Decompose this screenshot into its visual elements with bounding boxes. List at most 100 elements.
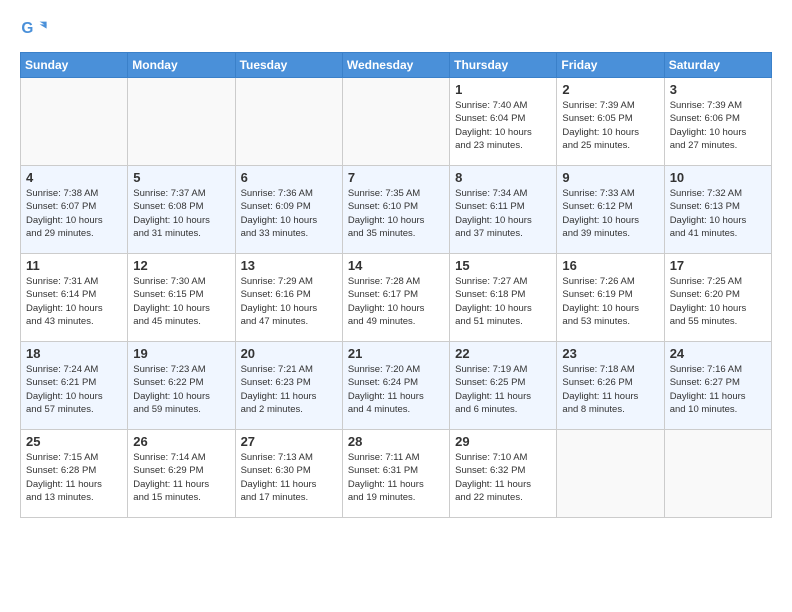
day-info: Sunrise: 7:32 AM Sunset: 6:13 PM Dayligh…: [670, 187, 766, 240]
day-cell: 3 Sunrise: 7:39 AM Sunset: 6:06 PM Daylig…: [664, 78, 771, 166]
week-row-3: 18 Sunrise: 7:24 AM Sunset: 6:21 PM Dayli…: [21, 342, 772, 430]
day-info: Sunrise: 7:29 AM Sunset: 6:16 PM Dayligh…: [241, 275, 337, 328]
day-number: 23: [562, 346, 658, 361]
day-cell: 10 Sunrise: 7:32 AM Sunset: 6:13 PM Dayli…: [664, 166, 771, 254]
day-cell: 19 Sunrise: 7:23 AM Sunset: 6:22 PM Dayli…: [128, 342, 235, 430]
day-number: 15: [455, 258, 551, 273]
day-cell: [664, 430, 771, 518]
day-cell: 9Sunrise: 7:33 AM Sunset: 6:12 PM Daylig…: [557, 166, 664, 254]
day-number: 7: [348, 170, 444, 185]
day-cell: 22 Sunrise: 7:19 AM Sunset: 6:25 PM Dayli…: [450, 342, 557, 430]
day-cell: 4 Sunrise: 7:38 AM Sunset: 6:07 PM Daylig…: [21, 166, 128, 254]
day-info: Sunrise: 7:10 AM Sunset: 6:32 PM Dayligh…: [455, 451, 551, 504]
day-cell: 13 Sunrise: 7:29 AM Sunset: 6:16 PM Dayli…: [235, 254, 342, 342]
day-cell: 8 Sunrise: 7:34 AM Sunset: 6:11 PM Daylig…: [450, 166, 557, 254]
day-cell: 6 Sunrise: 7:36 AM Sunset: 6:09 PM Daylig…: [235, 166, 342, 254]
day-info: Sunrise: 7:27 AM Sunset: 6:18 PM Dayligh…: [455, 275, 551, 328]
day-info: Sunrise: 7:31 AM Sunset: 6:14 PM Dayligh…: [26, 275, 122, 328]
day-number: 18: [26, 346, 122, 361]
day-info: Sunrise: 7:11 AM Sunset: 6:31 PM Dayligh…: [348, 451, 444, 504]
day-cell: 11 Sunrise: 7:31 AM Sunset: 6:14 PM Dayli…: [21, 254, 128, 342]
day-info: Sunrise: 7:16 AM Sunset: 6:27 PM Dayligh…: [670, 363, 766, 416]
day-cell: 25Sunrise: 7:15 AM Sunset: 6:28 PM Dayli…: [21, 430, 128, 518]
col-header-saturday: Saturday: [664, 53, 771, 78]
day-info: Sunrise: 7:40 AM Sunset: 6:04 PM Dayligh…: [455, 99, 551, 152]
day-cell: 29 Sunrise: 7:10 AM Sunset: 6:32 PM Dayli…: [450, 430, 557, 518]
day-cell: 17 Sunrise: 7:25 AM Sunset: 6:20 PM Dayli…: [664, 254, 771, 342]
week-row-2: 11 Sunrise: 7:31 AM Sunset: 6:14 PM Dayli…: [21, 254, 772, 342]
day-number: 8: [455, 170, 551, 185]
day-cell: 27 Sunrise: 7:13 AM Sunset: 6:30 PM Dayli…: [235, 430, 342, 518]
day-info: Sunrise: 7:20 AM Sunset: 6:24 PM Dayligh…: [348, 363, 444, 416]
day-number: 29: [455, 434, 551, 449]
day-number: 17: [670, 258, 766, 273]
day-number: 22: [455, 346, 551, 361]
day-number: 9: [562, 170, 658, 185]
day-info: Sunrise: 7:30 AM Sunset: 6:15 PM Dayligh…: [133, 275, 229, 328]
week-row-0: 1 Sunrise: 7:40 AM Sunset: 6:04 PM Daylig…: [21, 78, 772, 166]
day-number: 13: [241, 258, 337, 273]
day-info: Sunrise: 7:26 AM Sunset: 6:19 PM Dayligh…: [562, 275, 658, 328]
header: G: [20, 16, 772, 44]
svg-text:G: G: [21, 20, 33, 37]
day-number: 27: [241, 434, 337, 449]
col-header-wednesday: Wednesday: [342, 53, 449, 78]
day-cell: [557, 430, 664, 518]
day-number: 14: [348, 258, 444, 273]
day-number: 10: [670, 170, 766, 185]
day-cell: [342, 78, 449, 166]
day-info: Sunrise: 7:38 AM Sunset: 6:07 PM Dayligh…: [26, 187, 122, 240]
day-info: Sunrise: 7:18 AM Sunset: 6:26 PM Dayligh…: [562, 363, 658, 416]
day-info: Sunrise: 7:23 AM Sunset: 6:22 PM Dayligh…: [133, 363, 229, 416]
day-info: Sunrise: 7:37 AM Sunset: 6:08 PM Dayligh…: [133, 187, 229, 240]
day-cell: 15 Sunrise: 7:27 AM Sunset: 6:18 PM Dayli…: [450, 254, 557, 342]
week-row-1: 4 Sunrise: 7:38 AM Sunset: 6:07 PM Daylig…: [21, 166, 772, 254]
day-number: 6: [241, 170, 337, 185]
day-number: 3: [670, 82, 766, 97]
header-row: SundayMondayTuesdayWednesdayThursdayFrid…: [21, 53, 772, 78]
day-cell: 21 Sunrise: 7:20 AM Sunset: 6:24 PM Dayli…: [342, 342, 449, 430]
day-cell: 26Sunrise: 7:14 AM Sunset: 6:29 PM Dayli…: [128, 430, 235, 518]
day-info: Sunrise: 7:36 AM Sunset: 6:09 PM Dayligh…: [241, 187, 337, 240]
col-header-sunday: Sunday: [21, 53, 128, 78]
day-info: Sunrise: 7:25 AM Sunset: 6:20 PM Dayligh…: [670, 275, 766, 328]
day-cell: 16 Sunrise: 7:26 AM Sunset: 6:19 PM Dayli…: [557, 254, 664, 342]
day-number: 26: [133, 434, 229, 449]
day-info: Sunrise: 7:13 AM Sunset: 6:30 PM Dayligh…: [241, 451, 337, 504]
day-cell: [21, 78, 128, 166]
col-header-friday: Friday: [557, 53, 664, 78]
day-cell: 28 Sunrise: 7:11 AM Sunset: 6:31 PM Dayli…: [342, 430, 449, 518]
day-cell: 5Sunrise: 7:37 AM Sunset: 6:08 PM Daylig…: [128, 166, 235, 254]
day-cell: 12 Sunrise: 7:30 AM Sunset: 6:15 PM Dayli…: [128, 254, 235, 342]
day-number: 20: [241, 346, 337, 361]
day-number: 2: [562, 82, 658, 97]
day-info: Sunrise: 7:19 AM Sunset: 6:25 PM Dayligh…: [455, 363, 551, 416]
day-cell: 18 Sunrise: 7:24 AM Sunset: 6:21 PM Dayli…: [21, 342, 128, 430]
day-number: 12: [133, 258, 229, 273]
day-number: 16: [562, 258, 658, 273]
day-number: 28: [348, 434, 444, 449]
day-number: 24: [670, 346, 766, 361]
day-cell: 14 Sunrise: 7:28 AM Sunset: 6:17 PM Dayli…: [342, 254, 449, 342]
day-number: 11: [26, 258, 122, 273]
day-cell: [235, 78, 342, 166]
day-cell: 24 Sunrise: 7:16 AM Sunset: 6:27 PM Dayli…: [664, 342, 771, 430]
col-header-thursday: Thursday: [450, 53, 557, 78]
day-number: 1: [455, 82, 551, 97]
logo-icon: G: [20, 16, 48, 44]
day-info: Sunrise: 7:24 AM Sunset: 6:21 PM Dayligh…: [26, 363, 122, 416]
day-number: 25: [26, 434, 122, 449]
day-info: Sunrise: 7:35 AM Sunset: 6:10 PM Dayligh…: [348, 187, 444, 240]
day-number: 21: [348, 346, 444, 361]
day-info: Sunrise: 7:21 AM Sunset: 6:23 PM Dayligh…: [241, 363, 337, 416]
day-cell: 23 Sunrise: 7:18 AM Sunset: 6:26 PM Dayli…: [557, 342, 664, 430]
page: G SundayMondayTuesdayWednesdayThursdayFr…: [0, 0, 792, 528]
day-cell: 20 Sunrise: 7:21 AM Sunset: 6:23 PM Dayli…: [235, 342, 342, 430]
day-number: 19: [133, 346, 229, 361]
day-info: Sunrise: 7:28 AM Sunset: 6:17 PM Dayligh…: [348, 275, 444, 328]
day-info: Sunrise: 7:34 AM Sunset: 6:11 PM Dayligh…: [455, 187, 551, 240]
week-row-4: 25Sunrise: 7:15 AM Sunset: 6:28 PM Dayli…: [21, 430, 772, 518]
col-header-monday: Monday: [128, 53, 235, 78]
day-info: Sunrise: 7:39 AM Sunset: 6:06 PM Dayligh…: [670, 99, 766, 152]
day-number: 4: [26, 170, 122, 185]
